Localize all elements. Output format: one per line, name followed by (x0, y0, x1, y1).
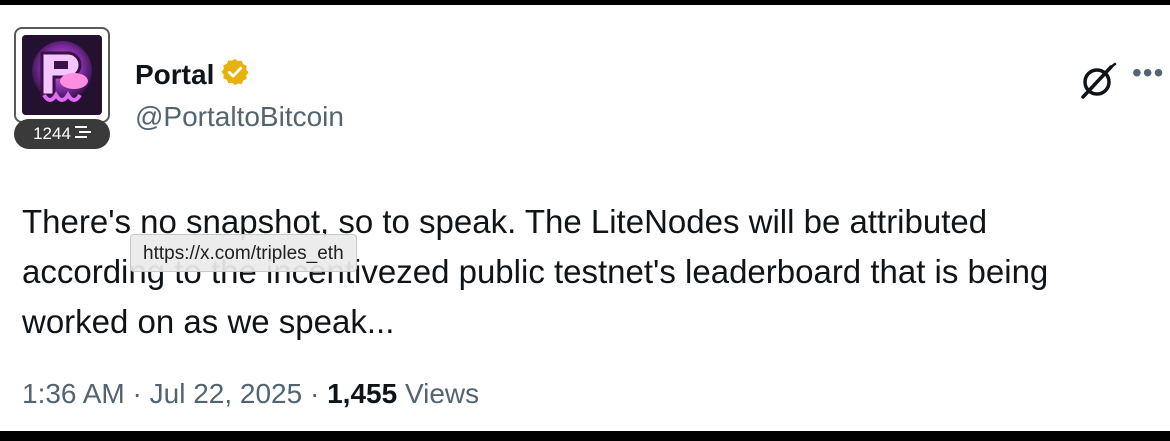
link-tooltip: https://x.com/triples_eth (130, 234, 357, 272)
verified-badge-icon (220, 57, 250, 92)
level-badge[interactable]: 1244 (14, 119, 110, 149)
tweet-text-line: worked on as we speak... (22, 303, 395, 340)
author-handle[interactable]: @PortaltoBitcoin (135, 101, 344, 133)
more-icon[interactable]: ••• (1132, 59, 1164, 87)
meta-separator: · (309, 378, 320, 409)
meta-separator: · (132, 378, 142, 409)
views-count[interactable]: 1,455 (327, 378, 397, 409)
avatar-image (22, 35, 102, 115)
tweet-date[interactable]: Jul 22, 2025 (150, 378, 303, 409)
tweet-time[interactable]: 1:36 AM (22, 378, 125, 409)
tweet-meta: 1:36 AM · Jul 22, 2025 · 1,455 Views (22, 378, 479, 410)
views-label: Views (404, 378, 480, 409)
level-count: 1244 (33, 124, 71, 143)
tweet-card: 1244 Portal @PortaltoBitcoin ••• There's… (0, 5, 1170, 431)
grok-icon[interactable] (1078, 61, 1118, 101)
display-name[interactable]: Portal (135, 59, 214, 91)
avatar[interactable] (14, 27, 110, 123)
list-lines-icon (74, 124, 91, 144)
author-name-row[interactable]: Portal (135, 57, 250, 92)
